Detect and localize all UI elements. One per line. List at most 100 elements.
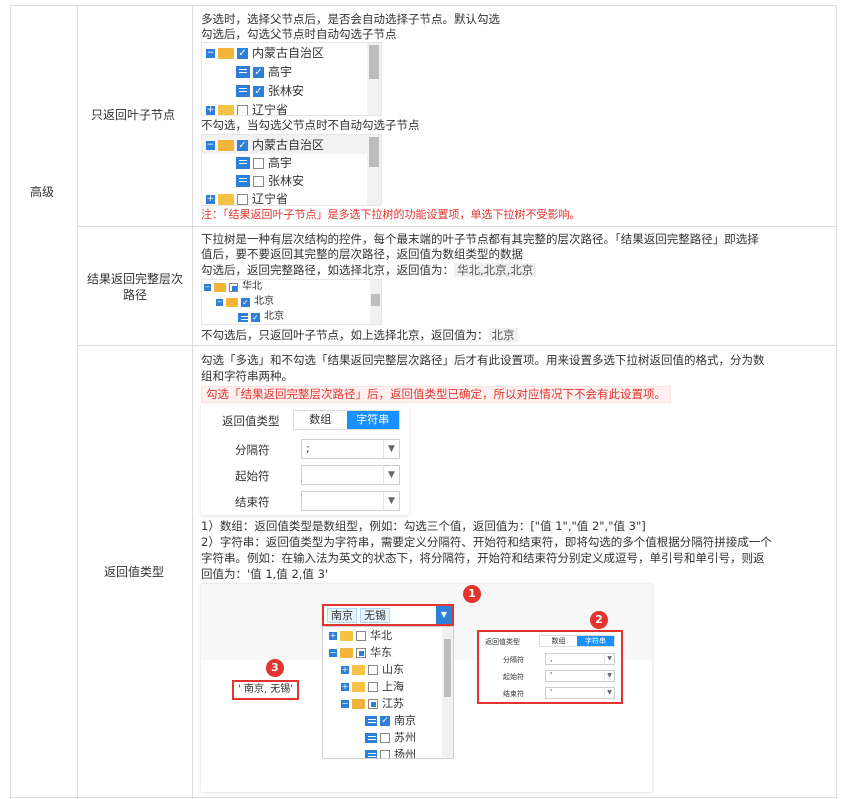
mini-end-label: 结束符 xyxy=(503,690,524,698)
tree-node-parent[interactable]: + 华北 xyxy=(329,627,392,644)
collapse-icon[interactable]: − xyxy=(341,699,349,708)
tree-node-leaf[interactable]: 高宇 xyxy=(236,154,292,172)
marker-badge-1: 1 xyxy=(463,585,481,603)
r1-line-2: 勾选后，勾选父节点时自动勾选子节点 xyxy=(201,27,397,41)
table-border-right xyxy=(836,5,837,799)
option-string[interactable]: 字符串 xyxy=(346,411,399,429)
tree-node-leaf[interactable]: 张林安 xyxy=(236,172,304,190)
mini-sep-label: 分隔符 xyxy=(503,656,524,664)
return-value-sample: 华北,北京,北京 xyxy=(454,263,537,277)
leaf-icon xyxy=(238,312,249,322)
chevron-down-icon[interactable]: ▼ xyxy=(436,606,452,624)
folder-open-icon xyxy=(352,698,365,709)
checkbox-icon[interactable] xyxy=(368,664,378,675)
r3-warning: 勾选「结果返回完整层次路径」后，返回值类型已确定，所以对应情况下不会有此设置项。 xyxy=(201,386,671,403)
end-char-select[interactable]: ▼ xyxy=(301,491,400,511)
checkbox-partial-icon[interactable] xyxy=(229,282,238,292)
chevron-down-icon: ▼ xyxy=(604,671,614,681)
checkbox-icon[interactable] xyxy=(253,175,264,187)
checkbox-checked-icon[interactable]: ✓ xyxy=(253,85,264,97)
mini-type-toggle[interactable]: 数组 字符串 xyxy=(539,635,615,647)
checkbox-checked-icon[interactable]: ✓ xyxy=(237,47,248,59)
selected-tag[interactable]: 无锡 xyxy=(360,608,390,623)
mini-end-select[interactable]: ' ▼ xyxy=(545,687,615,699)
tree-node-parent[interactable]: + 山东 xyxy=(341,661,404,678)
row-divider-1 xyxy=(77,226,837,227)
expand-icon[interactable]: + xyxy=(206,194,215,204)
tree-node-parent[interactable]: − ✓ 内蒙古自治区 xyxy=(206,44,324,62)
leaf-icon xyxy=(365,732,377,743)
tree-node-leaf[interactable]: 苏州 xyxy=(365,729,416,746)
tree-demo-unchecked: − ✓ 内蒙古自治区 高宇 张林安 + 辽宁省 xyxy=(201,134,382,206)
separator-select[interactable]: ; ▼ xyxy=(301,439,400,459)
start-char-select[interactable]: ▼ xyxy=(301,465,400,485)
tree-node-leaf[interactable]: 扬州 xyxy=(365,746,416,758)
r2-line-4: 不勾选后，只返回叶子节点，如上选择北京，返回值为： 北京 xyxy=(201,328,518,343)
tree-node-parent[interactable]: + 上海 xyxy=(341,678,404,695)
leaf-icon xyxy=(236,85,250,97)
chevron-down-icon: ▼ xyxy=(383,492,399,510)
checkbox-checked-icon[interactable]: ✓ xyxy=(251,312,260,322)
demo-screenshot: 南京 无锡 ▼ 1 + 华北 − 华东 + 山东 + 上海 − 江苏 ✓ 南京 苏州 扬州 xyxy=(201,584,652,792)
expand-icon[interactable]: + xyxy=(206,105,215,115)
checkbox-icon[interactable] xyxy=(237,104,248,115)
tree-node-leaf[interactable]: ✓ 高宇 xyxy=(236,63,292,81)
r3-line-2: 组和字符串两种。 xyxy=(201,369,293,383)
collapse-icon[interactable]: − xyxy=(206,48,215,58)
tree-demo-path: − 华北 − ✓ 北京 ✓ 北京 xyxy=(201,279,382,325)
folder-open-icon xyxy=(340,647,353,658)
folder-icon xyxy=(340,630,353,641)
scrollbar[interactable] xyxy=(367,135,381,205)
folder-open-icon xyxy=(214,282,226,292)
chevron-down-icon: ▼ xyxy=(383,440,399,458)
checkbox-icon[interactable] xyxy=(356,630,366,641)
checkbox-checked-icon[interactable]: ✓ xyxy=(253,66,264,78)
multi-select-combobox[interactable]: 南京 无锡 ▼ xyxy=(322,604,454,626)
checkbox-checked-icon[interactable]: ✓ xyxy=(241,297,250,307)
expand-icon[interactable]: + xyxy=(341,665,349,674)
mini-sep-select[interactable]: , ▼ xyxy=(545,653,615,665)
tree-node-parent[interactable]: − 江苏 xyxy=(341,695,404,712)
scrollbar[interactable] xyxy=(442,627,453,758)
row-divider-2 xyxy=(77,345,837,346)
folder-open-icon xyxy=(218,139,234,151)
collapse-icon[interactable]: − xyxy=(206,140,215,150)
checkbox-checked-icon[interactable]: ✓ xyxy=(380,715,390,726)
return-type-toggle[interactable]: 数组 字符串 xyxy=(293,410,400,430)
scrollbar[interactable] xyxy=(370,280,381,324)
checkbox-checked-icon[interactable]: ✓ xyxy=(237,139,248,151)
tree-node-leaf[interactable]: ✓ 北京 xyxy=(238,310,284,324)
category-label: 高级 xyxy=(30,185,55,199)
checkbox-icon[interactable] xyxy=(253,157,264,169)
return-type-label: 返回值类型 xyxy=(222,414,280,428)
tree-node-parent[interactable]: − ✓ 北京 xyxy=(216,295,274,309)
tree-node-parent[interactable]: − 华北 xyxy=(204,280,262,294)
scrollbar[interactable] xyxy=(367,43,381,115)
checkbox-icon[interactable] xyxy=(237,193,248,205)
tree-node-leaf[interactable]: ✓ 南京 xyxy=(365,712,416,729)
tree-node-parent[interactable]: − 华东 xyxy=(329,644,392,661)
mini-option-string[interactable]: 字符串 xyxy=(577,636,614,646)
tree-node-parent[interactable]: + 辽宁省 xyxy=(206,190,288,205)
collapse-icon[interactable]: − xyxy=(329,648,337,657)
folder-open-icon xyxy=(218,47,234,59)
checkbox-partial-icon[interactable] xyxy=(368,698,378,709)
folder-icon xyxy=(218,104,234,115)
expand-icon[interactable]: + xyxy=(341,682,349,691)
option-array[interactable]: 数组 xyxy=(294,411,347,429)
tree-node-parent[interactable]: − ✓ 内蒙古自治区 xyxy=(206,136,324,154)
checkbox-icon[interactable] xyxy=(368,681,378,692)
checkbox-partial-icon[interactable] xyxy=(356,647,366,658)
collapse-icon[interactable]: − xyxy=(204,283,211,291)
tree-node-parent[interactable]: + 辽宁省 xyxy=(206,101,288,115)
selected-tag[interactable]: 南京 xyxy=(327,608,357,623)
checkbox-icon[interactable] xyxy=(380,732,390,743)
mini-option-array[interactable]: 数组 xyxy=(540,636,577,646)
collapse-icon[interactable]: − xyxy=(216,298,223,306)
tree-node-leaf[interactable]: ✓ 张林安 xyxy=(236,82,304,100)
column-divider-2 xyxy=(192,5,193,799)
checkbox-icon[interactable] xyxy=(380,749,390,758)
expand-icon[interactable]: + xyxy=(329,631,337,640)
mini-start-select[interactable]: ' ▼ xyxy=(545,670,615,682)
mini-start-label: 起始符 xyxy=(503,673,524,681)
